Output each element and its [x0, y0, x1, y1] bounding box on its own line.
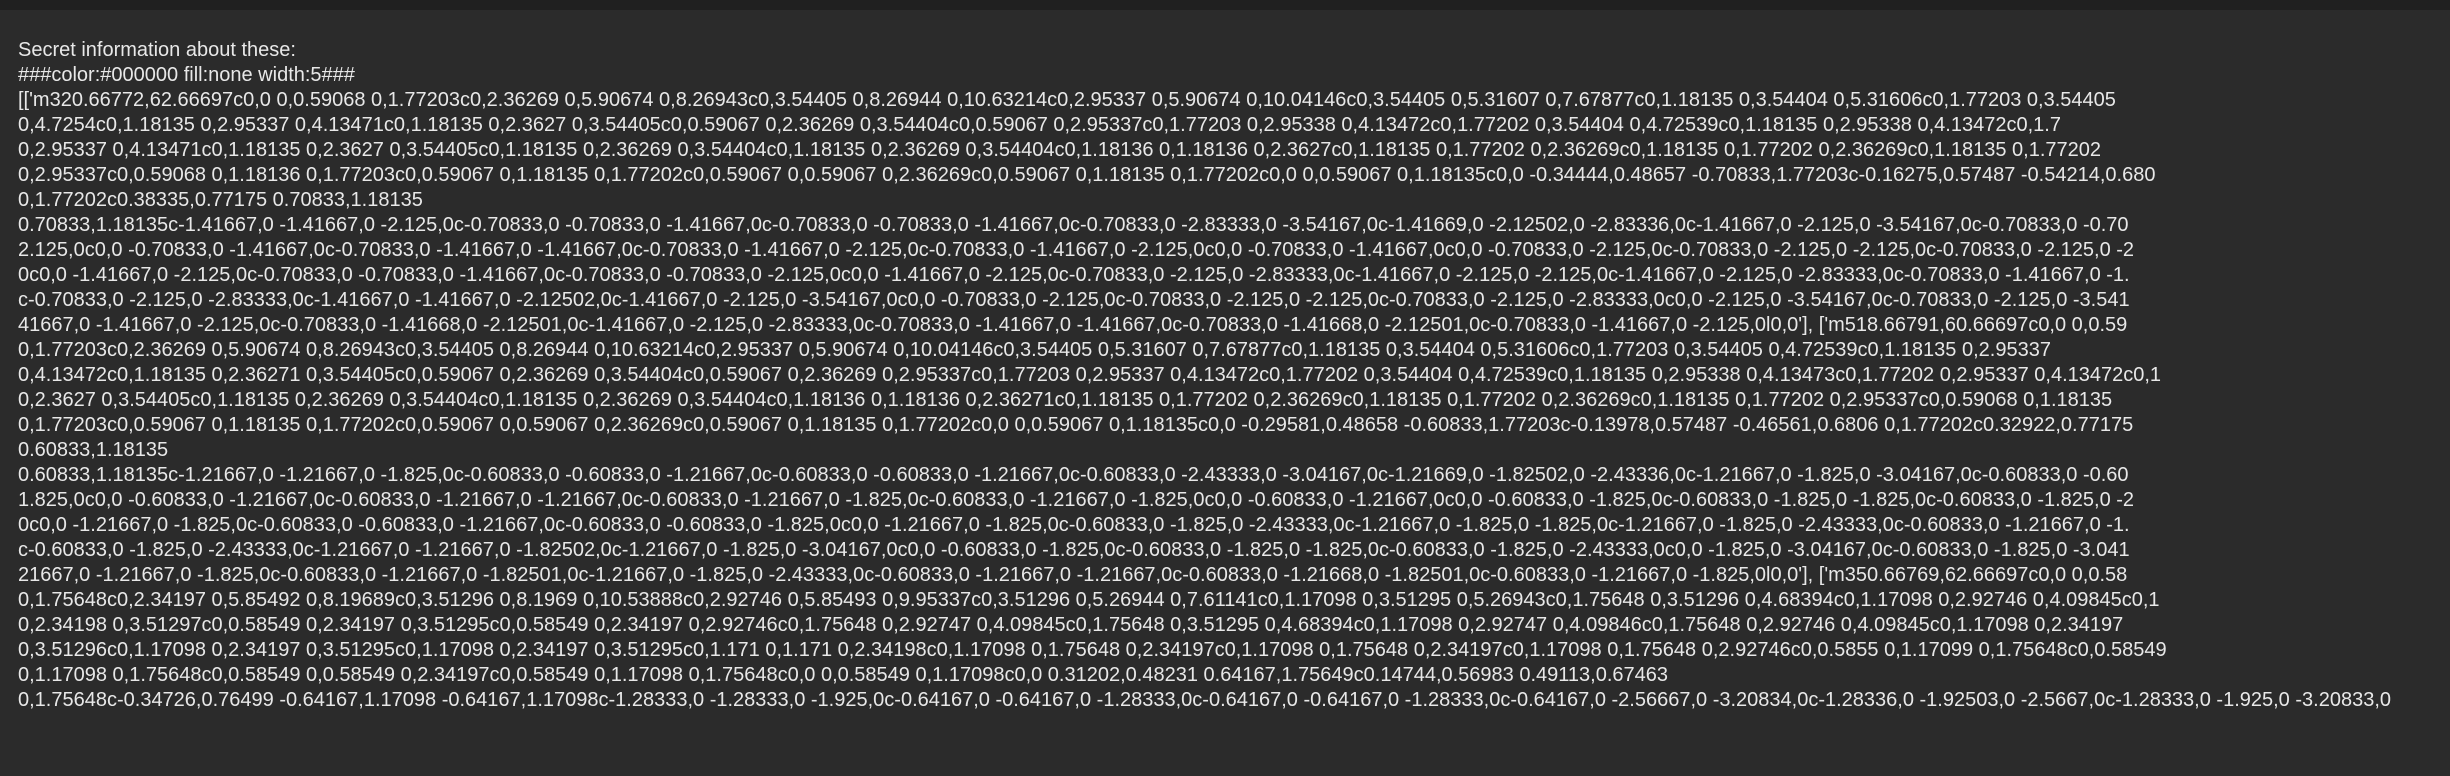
- message-line: [['m320.66772,62.66697c0,0 0,0.59068 0,1…: [18, 89, 2116, 111]
- message-content: Secret information about these: ###color…: [18, 38, 2450, 776]
- message-line: 41667,0 -1.41667,0 -2.125,0c-0.70833,0 -…: [18, 314, 2128, 336]
- message-line: 0,2.95337 0,4.13471c0,1.18135 0,2.3627 0…: [18, 139, 2101, 161]
- message-line: 0,1.75648c0,2.34197 0,5.85492 0,8.19689c…: [18, 589, 2160, 611]
- message-line: 2.125,0c0,0 -0.70833,0 -1.41667,0c-0.708…: [18, 239, 2135, 261]
- message-line: Secret information about these:: [18, 39, 296, 61]
- message-line: c-0.60833,0 -1.825,0 -2.43333,0c-1.21667…: [18, 539, 2130, 561]
- message-line: 0,3.51296c0,1.17098 0,2.34197 0,3.51295c…: [18, 639, 2167, 661]
- window-top-bar: [0, 0, 2450, 10]
- message-line: 1.825,0c0,0 -0.60833,0 -1.21667,0c-0.608…: [18, 489, 2135, 511]
- message-line: 0,1.77203c0,2.36269 0,5.90674 0,8.26943c…: [18, 339, 2051, 361]
- message-line: 0,4.13472c0,1.18135 0,2.36271 0,3.54405c…: [18, 364, 2162, 386]
- message-line: [18, 738, 2450, 763]
- message-line: ###color:#000000 fill:none width:5###: [18, 64, 355, 86]
- message-line: 0c0,0 -1.41667,0 -2.125,0c-0.70833,0 -0.…: [18, 264, 2130, 286]
- message-line: 0,2.95337c0,0.59068 0,1.18136 0,1.77203c…: [18, 164, 2156, 186]
- message-line: 0.60833,1.18135: [18, 439, 169, 461]
- message-line: 0,2.34198 0,3.51297c0,0.58549 0,2.34197 …: [18, 614, 2124, 636]
- message-line: 0c0,0 -1.21667,0 -1.825,0c-0.60833,0 -0.…: [18, 514, 2130, 536]
- message-line: 0.60833,1.18135c-1.21667,0 -1.21667,0 -1…: [18, 464, 2129, 486]
- message-line: 0,1.75648c-0.34726,0.76499 -0.64167,1.17…: [18, 689, 2391, 711]
- message-line: [18, 713, 2450, 738]
- message-line: c-0.70833,0 -2.125,0 -2.83333,0c-1.41667…: [18, 289, 2130, 311]
- message-line: 0,1.17098 0,1.75648c0,0.58549 0,0.58549 …: [18, 664, 1669, 686]
- message-line: 0,1.77202c0.38335,0.77175 0.70833,1.1813…: [18, 189, 423, 211]
- message-line: 0,4.7254c0,1.18135 0,2.95337 0,4.13471c0…: [18, 114, 2061, 136]
- message-line: 0,2.3627 0,3.54405c0,1.18135 0,2.36269 0…: [18, 389, 2113, 411]
- message-line: 0,1.77203c0,0.59067 0,1.18135 0,1.77202c…: [18, 414, 2134, 436]
- message-line: 21667,0 -1.21667,0 -1.825,0c-0.60833,0 -…: [18, 564, 2128, 586]
- message-line: 0.70833,1.18135c-1.41667,0 -1.41667,0 -2…: [18, 214, 2129, 236]
